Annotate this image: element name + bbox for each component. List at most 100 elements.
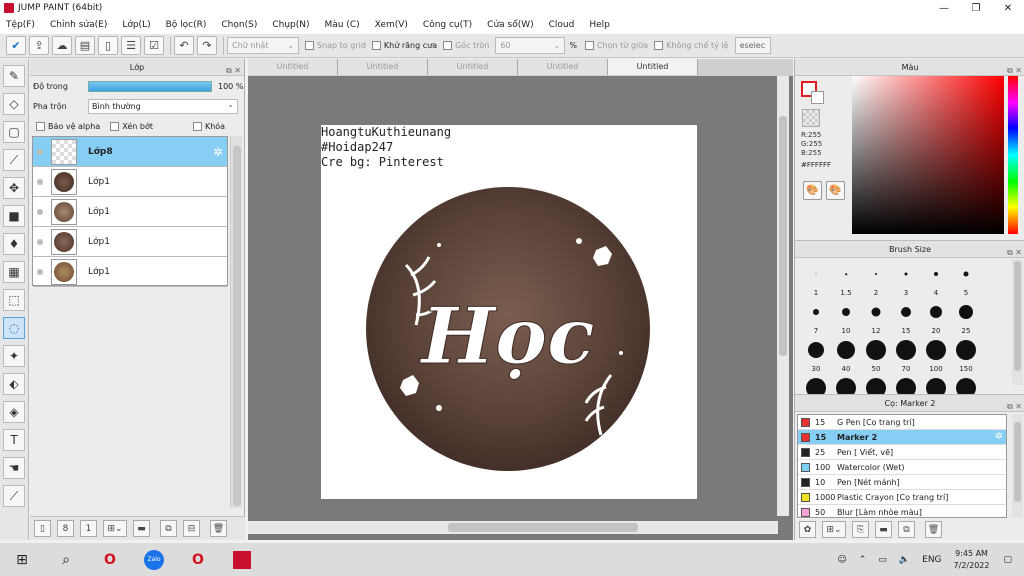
checklist-icon[interactable]: ☑ xyxy=(144,36,164,55)
clock[interactable]: 9:45 AM 7/2/2022 xyxy=(954,548,990,572)
comment-icon[interactable]: ☁ xyxy=(52,36,72,55)
opera-gx-icon[interactable]: O xyxy=(176,543,220,576)
add-brush-menu-icon[interactable]: ⊞⌄ xyxy=(822,521,846,538)
brush-settings-icon[interactable]: ✿ xyxy=(799,521,816,538)
brush-item[interactable]: 50 Blur [Làm nhòe màu] xyxy=(798,505,1006,517)
people-icon[interactable]: ☺ xyxy=(837,555,846,565)
background-color-swatch[interactable] xyxy=(811,91,824,104)
panel-expand-icon[interactable]: ⧉ ✕ xyxy=(226,62,241,79)
magic-wand-tool-icon[interactable]: ✦ xyxy=(3,345,25,367)
page-icon[interactable]: ▯ xyxy=(98,36,118,55)
blend-select[interactable]: Bình thường xyxy=(88,98,238,114)
hue-slider[interactable] xyxy=(1008,76,1018,234)
eyedropper-tool-icon[interactable]: ⟋ xyxy=(3,485,25,507)
tray-chevron-icon[interactable]: ⌃ xyxy=(859,555,867,565)
brush-size-cell[interactable]: 7 xyxy=(801,299,831,337)
brush-size-scrollbar[interactable] xyxy=(1012,259,1023,385)
brush-size-cell[interactable]: 50 xyxy=(861,337,891,375)
brush-size-cell[interactable]: 40 xyxy=(831,337,861,375)
brush-item[interactable]: 15 Marker 2 ✲ xyxy=(798,430,1006,445)
network-icon[interactable]: ▭ xyxy=(878,555,887,565)
folder-icon[interactable]: ▬ xyxy=(133,520,150,537)
brush-size-cell[interactable]: 100 xyxy=(921,337,951,375)
pen-tool-icon[interactable]: ✎ xyxy=(3,65,25,87)
tab-untitled[interactable]: Untitled xyxy=(428,59,518,75)
clip-checkbox[interactable]: Xén bớt xyxy=(110,121,153,131)
text-tool-icon[interactable]: T xyxy=(3,429,25,451)
list-icon[interactable]: ☰ xyxy=(121,36,141,55)
menu-tools[interactable]: Công cụ(T) xyxy=(423,20,472,30)
brush-item[interactable]: 10 Pen [Nét mảnh] xyxy=(798,475,1006,490)
brush-size-cell[interactable]: 25 xyxy=(951,299,981,337)
brush-size-cell[interactable]: 70 xyxy=(891,337,921,375)
panel-expand-icon[interactable]: ⧉ ✕ xyxy=(1007,398,1022,415)
brush-size-cell[interactable]: 1.5 xyxy=(831,261,861,299)
palette-icon[interactable]: 🎨 xyxy=(803,181,822,200)
round-corner-option[interactable]: Góc tròn xyxy=(443,41,489,50)
duplicate-layer-icon[interactable]: ⧉ xyxy=(160,520,177,537)
close-button[interactable]: ✕ xyxy=(992,0,1024,16)
layer-item[interactable]: Lớp8 ✲ xyxy=(33,137,227,167)
menu-edit[interactable]: Chỉnh sửa(E) xyxy=(50,20,107,30)
tab-untitled[interactable]: Untitled xyxy=(338,59,428,75)
saturation-value-picker[interactable] xyxy=(852,76,1004,234)
fix-ratio-option[interactable]: Không chế tỷ lệ xyxy=(654,41,729,50)
bucket-tool-icon[interactable]: ♦ xyxy=(3,233,25,255)
brush-copy-icon[interactable]: ⎘ xyxy=(852,521,869,538)
brush-size-cell[interactable]: 20 xyxy=(921,299,951,337)
brush-list-scrollbar[interactable] xyxy=(1012,414,1023,518)
tab-untitled[interactable]: Untitled xyxy=(248,59,338,75)
eye-icon[interactable] xyxy=(37,208,43,215)
brush-size-cell[interactable]: 1 xyxy=(801,261,831,299)
protect-alpha-checkbox[interactable]: Bảo vệ alpha xyxy=(36,121,100,131)
deselect-button[interactable]: eselec xyxy=(734,37,771,54)
redo-icon[interactable]: ↷ xyxy=(197,36,217,55)
brush-item[interactable]: 1000 Plastic Crayon [Cọ trang trí] xyxy=(798,490,1006,505)
transparent-color-swatch[interactable] xyxy=(802,109,820,127)
menu-window[interactable]: Cửa sổ(W) xyxy=(487,20,533,30)
brush-size-cell[interactable]: 3 xyxy=(891,261,921,299)
brush-size-cell[interactable]: 150 xyxy=(951,337,981,375)
new-layer-8bit-icon[interactable]: 8 xyxy=(57,520,74,537)
eye-icon[interactable] xyxy=(37,178,43,185)
select-pen-tool-icon[interactable]: ⬖ xyxy=(3,373,25,395)
menu-file[interactable]: Tệp(F) xyxy=(6,20,35,30)
minimize-button[interactable]: — xyxy=(928,0,960,16)
round-corner-value[interactable]: 60 ⌄ xyxy=(495,37,566,54)
brush-size-cell[interactable]: 4 xyxy=(921,261,951,299)
lasso-tool-icon[interactable]: ◌ xyxy=(3,317,25,339)
search-icon[interactable]: ⌕ xyxy=(44,543,88,576)
brush-folder-icon[interactable]: ▬ xyxy=(875,521,892,538)
menu-color[interactable]: Màu (C) xyxy=(325,20,360,30)
notification-icon[interactable]: ▢ xyxy=(1003,555,1012,565)
gear-icon[interactable]: ✲ xyxy=(213,145,223,159)
operation-tool-icon[interactable]: ☚ xyxy=(3,457,25,479)
brush-item[interactable]: 100 Watercolor (Wet) xyxy=(798,460,1006,475)
layer-item[interactable]: Lớp1 xyxy=(33,197,227,227)
brush-size-cell[interactable]: 12 xyxy=(861,299,891,337)
select-eraser-tool-icon[interactable]: ◈ xyxy=(3,401,25,423)
tab-untitled-active[interactable]: Untitled xyxy=(608,59,698,75)
menu-view[interactable]: Xem(V) xyxy=(375,20,408,30)
brush-size-cell[interactable]: 5 xyxy=(951,261,981,299)
palette-edit-icon[interactable]: 🎨 xyxy=(826,181,845,200)
line-tool-icon[interactable]: ⟋ xyxy=(3,149,25,171)
confirm-icon[interactable]: ✔ xyxy=(6,36,26,55)
eye-icon[interactable] xyxy=(37,238,43,245)
jump-paint-taskbar-icon[interactable] xyxy=(220,543,264,576)
gradient-tool-icon[interactable]: ▦ xyxy=(3,261,25,283)
menu-help[interactable]: Help xyxy=(589,20,610,30)
brush-size-cell[interactable]: 15 xyxy=(891,299,921,337)
rectangle-tool-icon[interactable]: ▢ xyxy=(3,121,25,143)
delete-brush-icon[interactable]: 🗑 xyxy=(925,521,942,538)
new-layer-1bit-icon[interactable]: 1 xyxy=(80,520,97,537)
add-layer-menu-icon[interactable]: ⊞⌄ xyxy=(103,520,127,537)
maximize-button[interactable]: ❐ xyxy=(960,0,992,16)
note-icon[interactable]: ▤ xyxy=(75,36,95,55)
volume-icon[interactable]: 🔈 xyxy=(899,555,910,565)
menu-layer[interactable]: Lớp(L) xyxy=(122,20,150,30)
shape-select[interactable]: Chữ nhật ⌄ xyxy=(227,37,299,54)
menu-cloud[interactable]: Cloud xyxy=(549,20,575,30)
delete-layer-icon[interactable]: 🗑 xyxy=(210,520,227,537)
fill-rect-tool-icon[interactable]: ■ xyxy=(3,205,25,227)
